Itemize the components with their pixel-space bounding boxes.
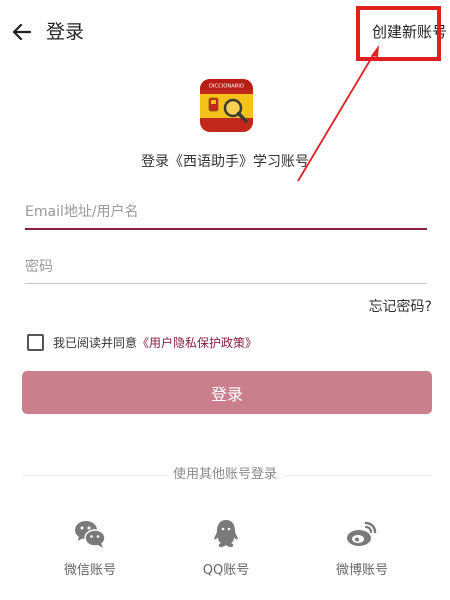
login-button[interactable]: 登录 [22,371,432,414]
wechat-label: 微信账号 [63,563,116,578]
wechat-icon [73,517,107,551]
other-login-label: 使用其他账号登录 [166,467,283,482]
qq-login-button[interactable]: QQ账号 [176,517,276,581]
weibo-icon [345,517,379,551]
weibo-login-button[interactable]: 微博账号 [312,517,412,581]
other-login-label-wrap: 使用其他账号登录 [0,465,450,485]
login-subtitle: 登录《西语助手》学习账号 [141,154,309,170]
arrow-left-icon [12,23,32,41]
weibo-label: 微博账号 [335,563,388,578]
agreement-checkbox[interactable] [27,334,44,351]
forgot-password-link[interactable]: 忘记密码? [369,297,432,317]
back-button[interactable] [8,18,36,46]
qq-icon [209,517,243,551]
page-title: 登录 [46,21,85,43]
wechat-login-button[interactable]: 微信账号 [40,517,140,581]
username-field-wrapper [25,198,427,230]
password-input[interactable] [25,253,427,281]
username-input[interactable] [25,198,427,226]
qq-label: QQ账号 [202,563,250,578]
app-logo: DICCIONARIO [200,79,253,132]
logo-text: DICCIONARIO [209,84,244,90]
agreement-prefix: 我已阅读并同意 [53,336,138,350]
password-field-wrapper [25,253,427,284]
annotation-highlight-box [356,6,441,61]
privacy-policy-link[interactable]: 《用户隐私保护政策》 [137,336,257,350]
agreement-text: 我已阅读并同意《用户隐私保护政策》 [53,333,257,353]
